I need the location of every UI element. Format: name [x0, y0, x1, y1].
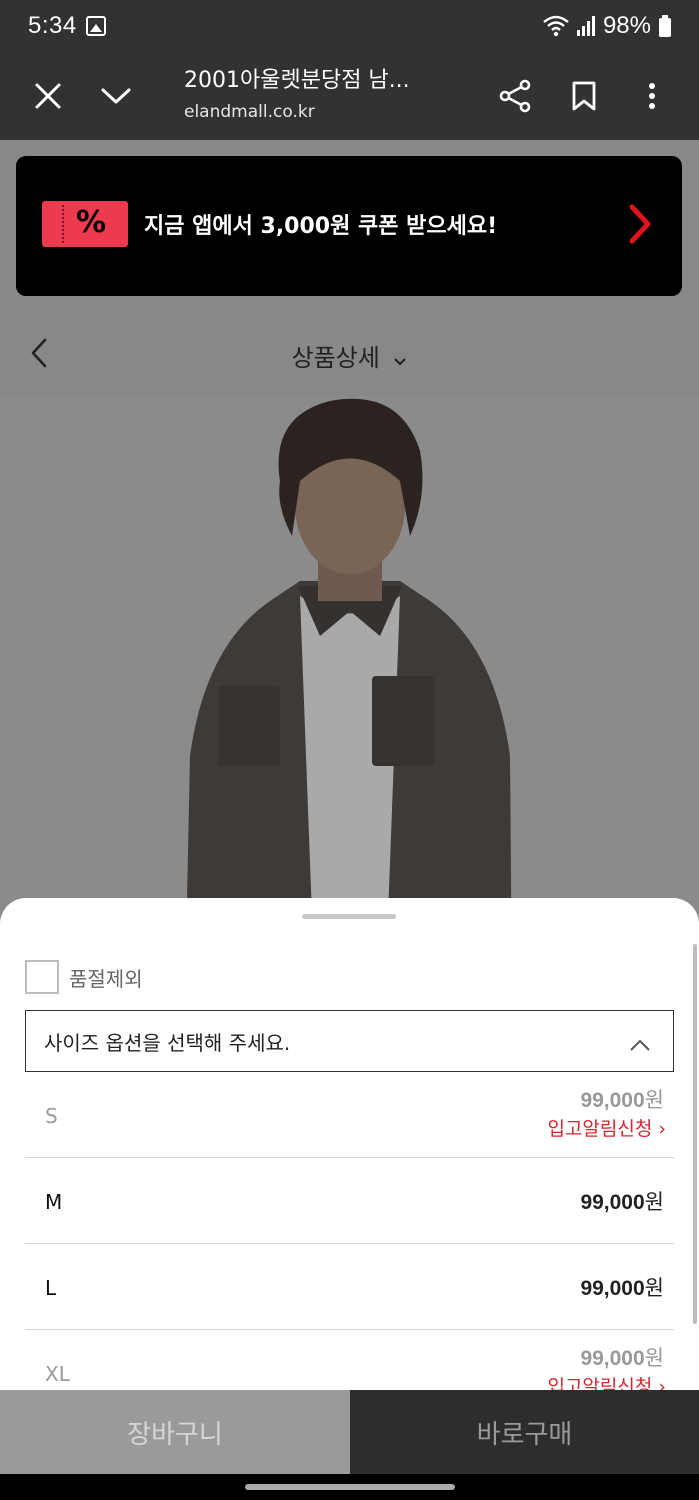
option-size: S [45, 1104, 58, 1128]
restock-notify-link[interactable]: 입고알림신청 › [547, 1372, 666, 1390]
sheet-drag-handle[interactable] [302, 914, 396, 919]
page-title: 2001아울렛분당점 남... [184, 68, 410, 93]
size-select-placeholder: 사이즈 옵션을 선택해 주세요. [44, 1030, 291, 1055]
add-to-cart-button[interactable]: 장바구니 [0, 1390, 350, 1474]
battery-icon [659, 15, 671, 37]
buy-now-button[interactable]: 바로구매 [350, 1390, 699, 1474]
option-bottom-sheet: 품절제외 사이즈 옵션을 선택해 주세요. S 99,000원 입고알림신청 ›… [0, 898, 699, 1390]
option-size: XL [45, 1362, 70, 1386]
chevron-up-icon [629, 1033, 651, 1057]
detail-title[interactable]: 상품상세 [0, 338, 699, 373]
share-icon[interactable] [494, 74, 538, 118]
chevron-down-icon[interactable] [94, 74, 138, 118]
option-size: L [45, 1276, 57, 1300]
option-price: 99,000원 [580, 1089, 664, 1112]
app-coupon-banner[interactable]: % 지금 앱에서 3,000원 쿠폰 받으세요! [16, 156, 682, 296]
system-navigation-bar [0, 1474, 699, 1500]
signal-icon [576, 16, 595, 36]
size-option-list: S 99,000원 입고알림신청 › M 99,000원 L 99,000원 X… [25, 1072, 674, 1390]
size-option-m[interactable]: M 99,000원 [25, 1158, 674, 1244]
option-price: 99,000원 [580, 1277, 664, 1300]
size-option-select[interactable]: 사이즈 옵션을 선택해 주세요. [25, 1010, 674, 1072]
more-vertical-icon[interactable] [630, 74, 674, 118]
page-url[interactable]: elandmall.co.kr [184, 102, 315, 122]
browser-toolbar: 2001아울렛분당점 남... elandmall.co.kr [0, 54, 699, 140]
status-right: 98% [543, 12, 671, 40]
chevron-right-icon [628, 204, 652, 248]
detail-header: 상품상세 [0, 296, 699, 396]
close-icon[interactable] [26, 74, 70, 118]
chevron-down-icon [393, 345, 407, 373]
percent-symbol: % [76, 205, 107, 240]
home-gesture-handle[interactable] [245, 1484, 455, 1490]
wifi-icon [543, 15, 569, 37]
detail-title-text: 상품상세 [291, 344, 380, 372]
bookmark-icon[interactable] [562, 74, 606, 118]
banner-text: 지금 앱에서 3,000원 쿠폰 받으세요! [144, 214, 498, 239]
status-bar: 5:34 98% [0, 0, 699, 54]
exclude-soldout-checkbox[interactable] [25, 960, 59, 994]
option-size: M [45, 1190, 63, 1214]
option-price: 99,000원 [580, 1347, 664, 1370]
size-option-l[interactable]: L 99,000원 [25, 1244, 674, 1330]
restock-notify-link[interactable]: 입고알림신청 › [547, 1114, 666, 1141]
size-option-s[interactable]: S 99,000원 입고알림신청 › [25, 1072, 674, 1158]
gallery-notification-icon [86, 16, 106, 36]
purchase-action-bar: 장바구니 바로구매 [0, 1390, 699, 1474]
exclude-soldout-label: 품절제외 [69, 966, 143, 991]
option-price: 99,000원 [580, 1191, 664, 1214]
sheet-scrollbar[interactable] [693, 944, 697, 1324]
exclude-soldout-toggle[interactable]: 품절제외 [25, 960, 143, 994]
battery-percent: 98% [602, 12, 651, 39]
size-option-xl[interactable]: XL 99,000원 입고알림신청 › [25, 1330, 674, 1390]
status-time: 5:34 [28, 12, 77, 39]
coupon-icon: % [42, 201, 128, 247]
